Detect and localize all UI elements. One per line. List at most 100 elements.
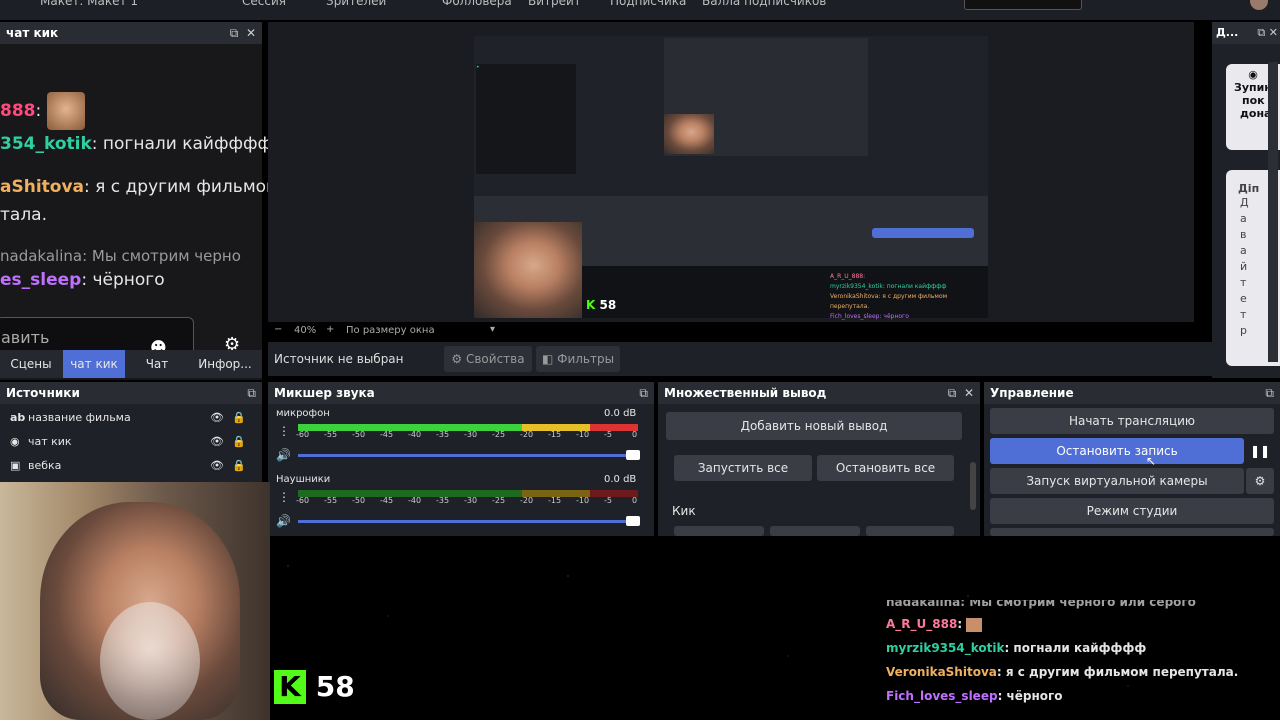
chat-user: 888 (0, 101, 36, 121)
float-icon[interactable]: ⧉ (247, 386, 256, 400)
close-icon[interactable]: ✕ (964, 386, 974, 400)
scale-tick-label: -60 (296, 430, 310, 439)
stream-chat-line: myrzik9354_kotik: погнали кайфффф (886, 641, 1147, 655)
stream-chat-line: nadakalina: Мы смотрим чёрного или серог… (886, 600, 1196, 609)
lock-icon[interactable]: 🔒 (232, 454, 246, 478)
tab-kick-chat[interactable]: чат кик (63, 350, 125, 378)
controls-panel: Управление ⧉ Начать трансляцию Остановит… (984, 382, 1280, 536)
eye-icon[interactable]: 👁 (210, 454, 224, 478)
float-icon[interactable]: ⧉ (948, 386, 957, 400)
stop-record-button[interactable]: Остановить запись (990, 438, 1244, 464)
output-stop-button[interactable] (770, 526, 860, 536)
tab-chat[interactable]: Чат (126, 350, 188, 378)
lock-icon[interactable]: 🔒 (232, 406, 246, 430)
scale-tick-label: -35 (436, 430, 450, 439)
scale-tick-label: -55 (324, 496, 338, 505)
eye-icon[interactable]: 👁 (210, 430, 224, 454)
dock-title: Д... ⧉ ✕ (1212, 22, 1280, 44)
scale-tick-label: -10 (576, 430, 590, 439)
scale-tick-label: 0 (632, 430, 638, 439)
chat-message: es_sleep: чёрного (0, 268, 165, 292)
scale-tick-label: -35 (436, 496, 450, 505)
chevron-down-icon[interactable]: ▾ (490, 324, 495, 335)
add-output-button[interactable]: Добавить новый вывод (666, 412, 962, 440)
scale-tick-label: -20 (520, 496, 534, 505)
source-item[interactable]: ▣ вебка 👁 🔒 (0, 454, 262, 478)
scale-tick-label: -15 (548, 496, 562, 505)
studio-mode-button[interactable]: Режим студии (990, 498, 1274, 524)
viewer-count: 58 (315, 670, 355, 703)
source-item[interactable]: ab название фильма 👁 🔒 (0, 406, 262, 430)
scrollbar[interactable] (1268, 62, 1278, 362)
close-icon[interactable]: ✕ (246, 26, 256, 40)
properties-button[interactable]: ⚙ Свойства (444, 346, 532, 372)
scale-tick-label: -45 (380, 496, 394, 505)
dock-title-text: чат кик (6, 26, 59, 40)
float-icon[interactable]: ⧉ (1257, 26, 1265, 39)
scrollbar[interactable] (970, 462, 976, 510)
source-item[interactable]: ◉ чат кик 👁 🔒 (0, 430, 262, 454)
filters-label: Фильтры (557, 352, 615, 366)
start-stream-button[interactable]: Начать трансляцию (990, 408, 1274, 434)
gear-icon: ⚙ (451, 352, 463, 366)
virtual-cam-button[interactable]: Запуск виртуальной камеры (990, 468, 1244, 494)
speaker-icon[interactable]: 🔊 (276, 448, 291, 462)
float-icon[interactable]: ⧉ (230, 26, 239, 40)
nested-stream-chat: A_R_U_888: myrzik9354_kotik: погнали кай… (830, 273, 948, 320)
zoom-out-button[interactable]: − (274, 324, 282, 335)
virtual-cam-settings-icon[interactable]: ⚙ (1246, 468, 1274, 494)
globe-icon: ◉ (10, 435, 20, 448)
stop-all-button[interactable]: Остановить все (817, 455, 954, 481)
float-icon[interactable]: ⧉ (639, 386, 648, 400)
stream-chat-line: VeronikaShitova: я с другим фильмом пере… (886, 665, 1239, 679)
stat-viewers: Зрителей (326, 0, 387, 8)
preview-canvas[interactable]: • K 58 A_R_U_888: myrzik9354_kotik: погн… (474, 36, 988, 320)
nested-webcam (664, 114, 714, 154)
zoom-fit-select[interactable]: По размеру окна (346, 325, 435, 336)
output-delete-button[interactable] (866, 526, 954, 536)
source-status: Источник не выбран (274, 352, 404, 366)
scale-tick-label: -20 (520, 430, 534, 439)
source-label: чат кик (28, 435, 72, 448)
volume-slider[interactable] (298, 516, 640, 526)
zoom-in-button[interactable]: + (326, 324, 334, 335)
slider-handle[interactable] (626, 450, 640, 460)
close-icon[interactable]: ✕ (1269, 26, 1278, 39)
emote-image (46, 92, 85, 130)
scale-tick-label: -30 (464, 496, 478, 505)
channel-menu-icon[interactable]: ⋮ (278, 424, 290, 438)
start-all-button[interactable]: Запустить все (674, 455, 812, 481)
right-dock: Д... ⧉ ✕ ◉ Зупин пок дона Діп Дав айт ет… (1212, 22, 1280, 378)
channel-name: микрофон (276, 408, 330, 419)
tab-info[interactable]: Инфор... (190, 350, 260, 378)
top-search-input[interactable] (964, 0, 1082, 10)
float-icon[interactable]: ⧉ (1265, 386, 1274, 400)
camera-icon: ▣ (10, 459, 21, 472)
scale-tick-label: -40 (408, 496, 422, 505)
channel-name: Наушники (276, 474, 331, 485)
chat-user: es_sleep (0, 270, 82, 290)
lock-icon[interactable]: 🔒 (232, 430, 246, 454)
output-section-label: Кик (672, 504, 696, 518)
volume-slider[interactable] (298, 450, 640, 460)
eye-icon[interactable]: 👁 (210, 406, 224, 430)
slider-handle[interactable] (626, 516, 640, 526)
stat-subs: Подписчика (610, 0, 687, 8)
dock-title: чат кик ⧉ ✕ (0, 22, 262, 44)
pause-record-button[interactable]: ❚❚ (1246, 438, 1274, 464)
settings-button[interactable] (990, 528, 1274, 536)
dock-title-text: Источники (6, 386, 80, 400)
scale-tick-label: -15 (548, 430, 562, 439)
speaker-icon[interactable]: 🔊 (276, 514, 291, 528)
nested-kick-logo: K 58 (586, 298, 617, 312)
preview-area[interactable]: • K 58 A_R_U_888: myrzik9354_kotik: погн… (268, 22, 1194, 336)
mouse-cursor-icon: ↖ (1146, 454, 1157, 468)
sources-panel: Источники ⧉ ab название фильма 👁 🔒 ◉ чат… (0, 382, 262, 482)
filters-button[interactable]: ◧ Фильтры (536, 346, 620, 372)
tab-scenes[interactable]: Сцены (0, 350, 62, 378)
emote-image (966, 617, 983, 632)
output-start-button[interactable] (674, 526, 764, 536)
webcam-glass (100, 602, 200, 720)
channel-menu-icon[interactable]: ⋮ (278, 490, 290, 504)
avatar[interactable] (1250, 0, 1268, 10)
